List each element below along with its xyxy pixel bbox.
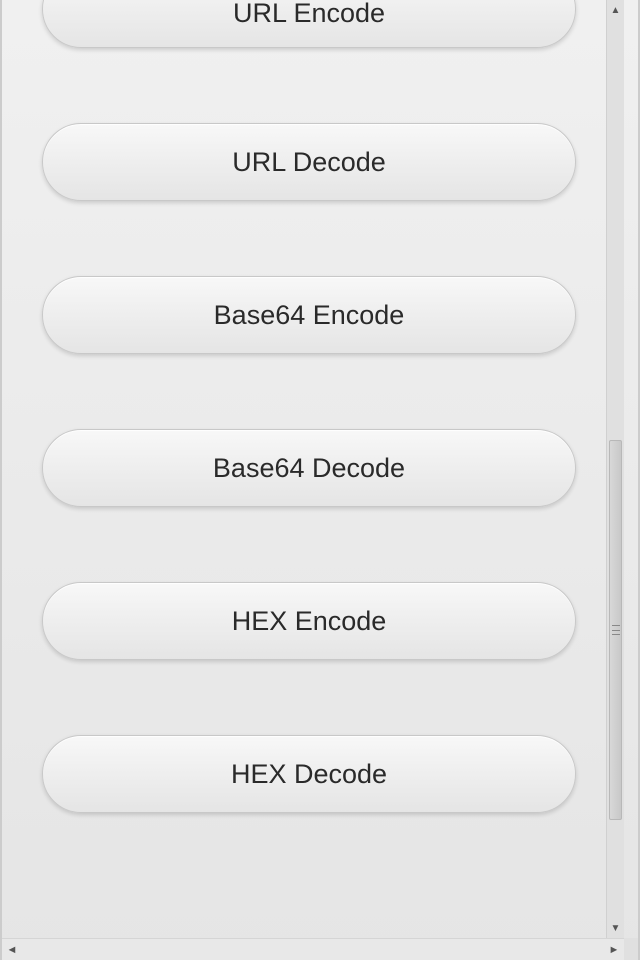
button-label: HEX Encode — [232, 606, 387, 637]
horizontal-scrollbar[interactable]: ◄ ► — [2, 938, 624, 960]
url-decode-button[interactable]: URL Decode — [42, 123, 576, 201]
button-label: Base64 Encode — [214, 300, 405, 331]
scroll-grip-icon — [612, 625, 620, 635]
hex-decode-button[interactable]: HEX Decode — [42, 735, 576, 813]
vertical-scrollbar[interactable]: ▲ ▼ — [606, 0, 624, 938]
scroll-corner — [624, 938, 638, 960]
button-list: URL Encode URL Decode Base64 Encode Base… — [12, 0, 606, 813]
button-label: Base64 Decode — [213, 453, 405, 484]
scroll-right-arrow-icon[interactable]: ► — [606, 939, 622, 960]
base64-decode-button[interactable]: Base64 Decode — [42, 429, 576, 507]
url-encode-button[interactable]: URL Encode — [42, 0, 576, 48]
button-label: HEX Decode — [231, 759, 387, 790]
button-label: URL Decode — [232, 147, 386, 178]
button-label: URL Encode — [233, 0, 385, 29]
app-frame: URL Encode URL Decode Base64 Encode Base… — [0, 0, 640, 960]
vertical-scroll-thumb[interactable] — [609, 440, 622, 820]
hex-encode-button[interactable]: HEX Encode — [42, 582, 576, 660]
base64-encode-button[interactable]: Base64 Encode — [42, 276, 576, 354]
scroll-up-arrow-icon[interactable]: ▲ — [607, 2, 624, 18]
content-area: URL Encode URL Decode Base64 Encode Base… — [12, 0, 606, 938]
scroll-left-arrow-icon[interactable]: ◄ — [4, 939, 20, 960]
scroll-down-arrow-icon[interactable]: ▼ — [607, 920, 624, 936]
